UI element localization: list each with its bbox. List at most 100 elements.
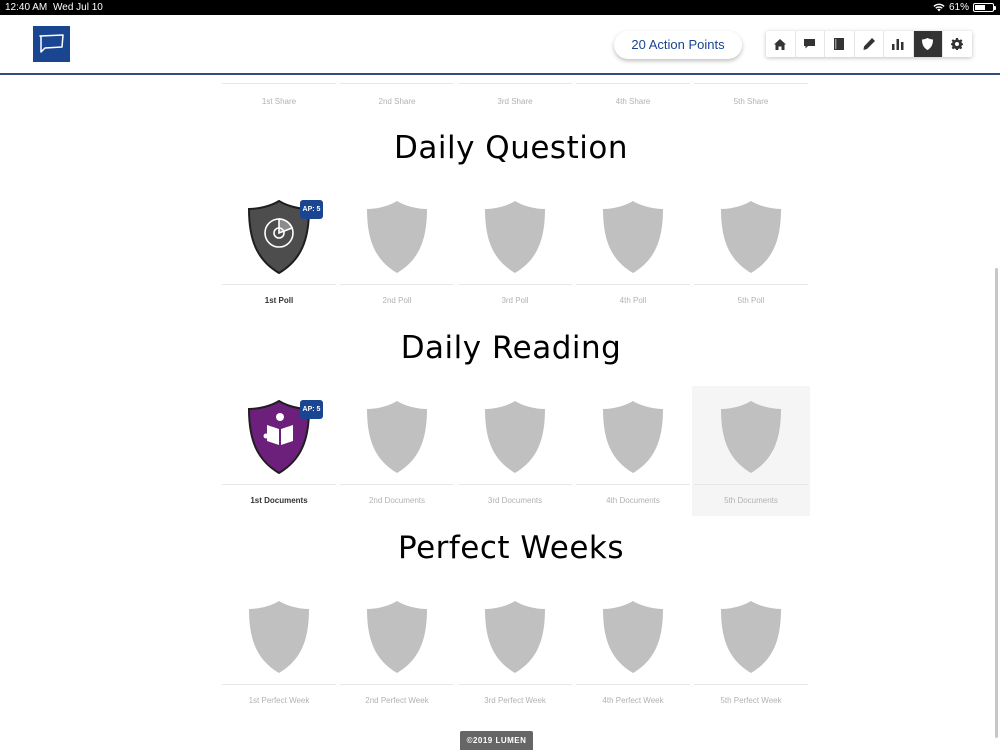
- locked-badge-shield: [603, 601, 663, 673]
- wifi-icon: [933, 3, 945, 12]
- share-badge-cell[interactable]: 5th Share: [692, 82, 810, 112]
- badge-shield-wrap: [365, 200, 429, 274]
- status-time: 12:40 AM: [5, 2, 48, 13]
- nav-chat-button[interactable]: [796, 31, 825, 57]
- badge-label: 3rd Documents: [487, 496, 543, 505]
- badge-cell[interactable]: 4th Perfect Week: [574, 586, 692, 716]
- status-bar: 12:40 AM Wed Jul 10 61%: [0, 0, 1000, 15]
- badge-divider: [694, 484, 808, 485]
- notebook-icon: [834, 38, 845, 50]
- badge-cell[interactable]: 1st Perfect Week: [220, 586, 338, 716]
- locked-badge-shield: [485, 601, 545, 673]
- badge-divider: [222, 284, 336, 285]
- locked-badge-shield: [485, 401, 545, 473]
- badge-cell[interactable]: 2nd Perfect Week: [338, 586, 456, 716]
- action-points-button[interactable]: 20 Action Points: [614, 31, 742, 59]
- chat-icon: [804, 39, 816, 49]
- locked-badge-shield: [603, 201, 663, 273]
- share-badges-row: 1st Share 2nd Share 3rd Share 4th Share 5th …: [220, 82, 810, 112]
- badge-label: 3rd Poll: [501, 296, 529, 305]
- share-badge-cell[interactable]: 1st Share: [220, 82, 338, 112]
- nav-settings-button[interactable]: [943, 31, 972, 57]
- shield-icon: [922, 38, 934, 50]
- nav-home-button[interactable]: [766, 31, 796, 57]
- badge-divider: [576, 484, 690, 485]
- badge-shield-wrap: AP: 5: [247, 400, 323, 474]
- battery-fill: [975, 5, 986, 10]
- badge-shield-wrap: [719, 200, 783, 274]
- perfect-weeks-title: Perfect Weeks: [397, 530, 625, 566]
- badge-shield-wrap: [719, 400, 783, 474]
- locked-badge-shield: [249, 601, 309, 673]
- badge-divider: [222, 484, 336, 485]
- badge-cell[interactable]: 4th Poll: [574, 186, 692, 316]
- badge-cell[interactable]: 3rd Documents: [456, 386, 574, 516]
- badge-label: 2nd Share: [378, 97, 416, 106]
- gear-icon: [951, 38, 964, 50]
- locked-badge-shield: [367, 601, 427, 673]
- scrollbar[interactable]: [995, 268, 998, 738]
- badge-cell[interactable]: 5th Documents: [692, 386, 810, 516]
- locked-badge-shield: [603, 401, 663, 473]
- badge-cell[interactable]: 4th Documents: [574, 386, 692, 516]
- badge-label: 5th Documents: [724, 496, 778, 505]
- nav-pencil-button[interactable]: [855, 31, 884, 57]
- badge-label: 1st Documents: [250, 496, 308, 505]
- app-logo[interactable]: [33, 26, 70, 62]
- home-icon: [774, 38, 787, 50]
- badge-divider: [576, 284, 690, 285]
- battery-icon: [973, 3, 996, 12]
- badge-label: 4th Documents: [606, 496, 660, 505]
- badge-cell[interactable]: 2nd Documents: [338, 386, 456, 516]
- badge-shield-wrap: [483, 600, 547, 674]
- daily-question-title: Daily Question: [394, 130, 628, 166]
- ap-tag: AP: 5: [300, 200, 323, 219]
- badge-cell[interactable]: 5th Perfect Week: [692, 586, 810, 716]
- badge-label: 5th Poll: [737, 296, 765, 305]
- badge-label: 1st Perfect Week: [248, 696, 310, 705]
- locked-badge-shield: [721, 601, 781, 673]
- nav-badges-button[interactable]: [913, 31, 943, 57]
- locked-badge-shield: [485, 201, 545, 273]
- badge-divider: [222, 684, 336, 685]
- ap-tag: AP: 5: [300, 400, 323, 419]
- badge-divider: [458, 284, 572, 285]
- nav-stats-button[interactable]: [884, 31, 914, 57]
- badge-shield-wrap: [483, 400, 547, 474]
- badge-cell[interactable]: 3rd Perfect Week: [456, 586, 574, 716]
- badge-label: 4th Share: [615, 97, 651, 106]
- badge-cell[interactable]: 2nd Poll: [338, 186, 456, 316]
- badge-shield-wrap: [365, 400, 429, 474]
- speech-flag-icon: [39, 34, 64, 53]
- badge-divider: [576, 83, 690, 84]
- badge-label: 5th Perfect Week: [720, 696, 782, 705]
- badge-divider: [340, 484, 454, 485]
- badge-cell[interactable]: AP: 5 1st Documents: [220, 386, 338, 516]
- locked-badge-shield: [367, 201, 427, 273]
- badge-divider: [694, 684, 808, 685]
- share-badge-cell[interactable]: 2nd Share: [338, 82, 456, 112]
- main-nav-toolbar: [766, 31, 972, 57]
- badge-cell[interactable]: AP: 5 1st Poll: [220, 186, 338, 316]
- badge-divider: [458, 83, 572, 84]
- badge-cell[interactable]: 5th Poll: [692, 186, 810, 316]
- badge-shield-wrap: [719, 600, 783, 674]
- badge-divider: [694, 284, 808, 285]
- badge-shield-wrap: [601, 200, 665, 274]
- share-badge-cell[interactable]: 3rd Share: [456, 82, 574, 112]
- status-date: Wed Jul 10: [53, 2, 103, 13]
- nav-notebook-button[interactable]: [825, 31, 855, 57]
- badge-shield-wrap: AP: 5: [247, 200, 323, 274]
- badge-label: 2nd Documents: [368, 496, 426, 505]
- locked-badge-shield: [721, 401, 781, 473]
- badge-shield-wrap: [247, 600, 311, 674]
- badge-cell[interactable]: 3rd Poll: [456, 186, 574, 316]
- app-header: 20 Action Points: [0, 15, 1000, 75]
- share-badge-cell[interactable]: 4th Share: [574, 82, 692, 112]
- battery-percent: 61%: [948, 2, 969, 13]
- daily-reading-title: Daily Reading: [400, 330, 622, 366]
- badge-label: 1st Share: [261, 97, 297, 106]
- badge-label: 1st Poll: [264, 296, 294, 305]
- badge-divider: [222, 83, 336, 84]
- badge-divider: [458, 484, 572, 485]
